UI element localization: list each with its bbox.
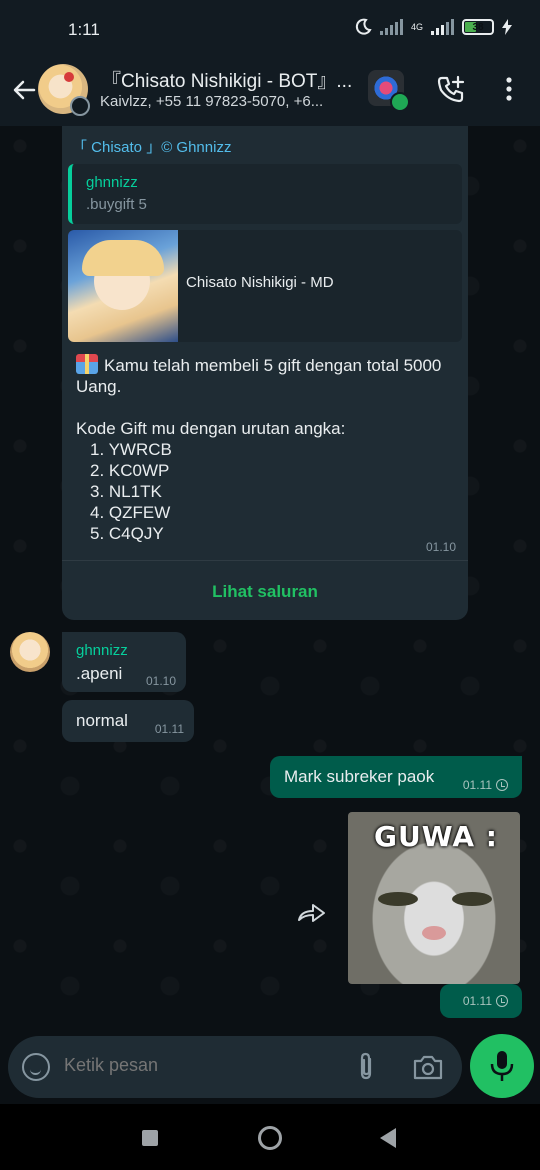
pending-clock-icon [496, 995, 508, 1007]
view-channel-button[interactable]: Lihat saluran [62, 582, 468, 602]
chat-title[interactable]: 『Chisato Nishikigi - BOT』... [102, 66, 352, 93]
purchase-text: Kamu telah membeli 5 gift dengan total 5… [76, 356, 442, 396]
preview-title: Chisato Nishikigi - MD [186, 274, 334, 291]
recent-apps-icon[interactable] [142, 1130, 158, 1146]
gift-code-item: 4. QZFEW [90, 503, 171, 522]
status-bar: 1:11 4G 38 [0, 0, 540, 58]
status-icons: 4G 38 [354, 18, 512, 36]
preview-thumbnail [68, 230, 178, 342]
system-nav-bar [0, 1104, 540, 1170]
message-meta: 01.11 [463, 994, 508, 1008]
message-body: Kamu telah membeli 5 gift dengan total 5… [76, 354, 456, 544]
mic-icon [490, 1051, 514, 1081]
community-badge-icon [70, 96, 90, 116]
emoji-icon[interactable] [22, 1053, 50, 1081]
home-icon[interactable] [258, 1126, 282, 1150]
bot-app-icon[interactable] [368, 70, 410, 112]
gift-code-intro: Kode Gift mu dengan urutan angka: [76, 419, 346, 438]
incoming-message[interactable]: normal 01.11 [62, 700, 194, 742]
gift-code-item: 3. NL1TK [90, 482, 162, 501]
message-time: 01.10 [145, 674, 176, 688]
quoted-sender: ghnnizz [86, 174, 138, 191]
network-type: 4G [410, 21, 423, 32]
message-list[interactable]: 「 Chisato 」© Ghnnizz ghnnizz .buygift 5 … [0, 126, 540, 1036]
more-vert-icon[interactable] [500, 74, 518, 104]
sticker-caption: GUWA : [374, 820, 498, 853]
link-preview[interactable]: Chisato Nishikigi - MD [68, 230, 462, 342]
signal-icon [379, 19, 403, 35]
battery-icon: 38 [462, 19, 494, 35]
gift-code-item: 5. C4QJY [90, 524, 164, 543]
moon-icon [355, 18, 372, 35]
voice-record-button[interactable] [470, 1034, 534, 1098]
chat-participants[interactable]: Kaivlzz, +55 11 97823-5070, +6... [100, 93, 352, 110]
message-time: 01.10 [425, 540, 456, 554]
message-time: 01.11 [154, 722, 184, 736]
message-composer [8, 1036, 462, 1098]
signal-icon [431, 19, 454, 35]
message-text: normal [76, 711, 128, 730]
message-text: Mark subreker paok [284, 767, 435, 786]
gift-code-item: 1. YWRCB [90, 440, 172, 459]
message-text: .apeni [76, 664, 123, 683]
quoted-message[interactable]: ghnnizz .buygift 5 [68, 164, 462, 224]
channel-sender[interactable]: 「 Chisato 」© Ghnnizz [72, 136, 231, 157]
system-back-icon[interactable] [380, 1128, 396, 1148]
incoming-message[interactable]: ghnnizz .apeni 01.10 [62, 632, 186, 692]
sticker-meta-bubble: 01.11 [440, 984, 522, 1018]
whatsapp-chat-screen: 1:11 4G 38 『Chisato Nishikigi - BOT』... … [0, 0, 540, 1170]
sender-avatar[interactable] [10, 632, 50, 672]
sender-name[interactable]: ghnnizz [76, 642, 128, 659]
pending-clock-icon [496, 779, 508, 791]
message-time: 01.11 [462, 778, 492, 792]
outgoing-message[interactable]: Mark subreker paok 01.11 [270, 756, 522, 798]
divider [62, 560, 468, 561]
quoted-text: .buygift 5 [86, 196, 147, 213]
gift-code-item: 2. KC0WP [90, 461, 170, 480]
add-call-icon[interactable] [436, 74, 466, 104]
message-input[interactable] [64, 1055, 334, 1076]
channel-message-card[interactable]: 「 Chisato 」© Ghnnizz ghnnizz .buygift 5 … [62, 126, 468, 620]
sticker-detail [422, 926, 446, 940]
status-time: 1:11 [68, 20, 100, 39]
message-meta: 01.11 [463, 778, 508, 792]
cat-meme-sticker[interactable]: GUWA : [348, 812, 520, 984]
chat-header: 『Chisato Nishikigi - BOT』... Kaivlzz, +5… [0, 58, 540, 126]
gift-code-list: 1. YWRCB 2. KC0WP 3. NL1TK 4. QZFEW 5. C… [76, 439, 456, 544]
forward-icon[interactable] [296, 900, 328, 924]
verified-check-icon [390, 92, 410, 112]
camera-icon[interactable] [412, 1053, 444, 1081]
gift-icon [76, 354, 98, 374]
charging-icon [502, 19, 512, 35]
attach-icon[interactable] [354, 1051, 378, 1083]
back-arrow-icon[interactable] [10, 76, 38, 104]
battery-level: 38 [472, 21, 484, 33]
message-time: 01.11 [462, 994, 492, 1008]
